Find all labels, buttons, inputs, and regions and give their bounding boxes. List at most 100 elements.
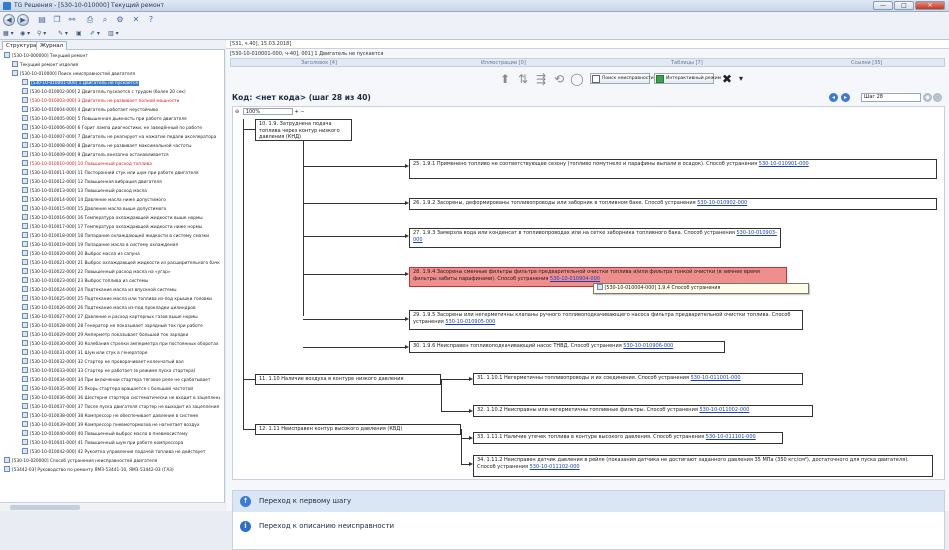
tree-item[interactable]: [530-10-010008-000] 8 Двигатель не разви… xyxy=(22,142,220,150)
tree-item[interactable]: [530-10-010040-000] 40 Повышенный выброс… xyxy=(22,430,220,438)
close-button[interactable]: ✕ xyxy=(915,1,945,10)
tab-structure[interactable]: Структура xyxy=(2,41,41,50)
back-icon[interactable]: ◀ xyxy=(3,14,15,26)
step-select[interactable]: Шаг 28 xyxy=(861,93,921,102)
node-30[interactable]: 30. 1.9.6 Неисправен топливоподкачивающи… xyxy=(409,341,725,353)
tree-item[interactable]: [530-10-010011-000] 11 Посторонний стук … xyxy=(22,169,220,177)
tree-item[interactable]: [530-10-010005-000] 5 Повышенная дымност… xyxy=(22,115,220,123)
layout-icon[interactable]: ▥ ▾ xyxy=(108,29,119,39)
tree-item[interactable]: [530-10-010034-000] 34 При включении ста… xyxy=(22,376,220,384)
settings-icon[interactable]: ⚙ xyxy=(114,14,126,26)
go-icon[interactable]: ◉ xyxy=(923,93,932,102)
fault-search-button[interactable]: Поиск неисправности xyxy=(590,73,654,84)
tree-item[interactable]: [530-10-010042-000] 42 Рукоятка управлен… xyxy=(22,448,220,456)
help-icon[interactable]: ? xyxy=(145,14,157,26)
node-27[interactable]: 27. 1.9.3 Замерзла вода или конденсат в … xyxy=(409,228,781,248)
document-icon[interactable]: ▤ xyxy=(36,14,48,26)
tools-icon[interactable]: ✕ xyxy=(130,14,142,26)
tree-item[interactable]: [530-10-010019-000] 19 Попадание масла в… xyxy=(22,241,220,249)
node-12[interactable]: 12. 1.11 Неисправен контур высокого давл… xyxy=(255,424,461,435)
node-26-link[interactable]: 530-10-010902-000 xyxy=(697,200,747,206)
tree-item[interactable]: [530-10-010027-000] 27 Давление и расход… xyxy=(22,313,220,321)
filter-icon[interactable]: ⚲ ▾ xyxy=(37,29,46,39)
tree-item[interactable]: [530-10-010032-000] 32 Стартер не провор… xyxy=(22,358,220,366)
tab-header[interactable]: Заголовок [4] xyxy=(301,59,337,67)
tree-item[interactable]: [530-10-010004-000] 4 Двигатель работает… xyxy=(22,106,220,114)
tree-item[interactable]: [53442-03] Руководство по ремонту ЯМЗ-53… xyxy=(4,466,220,474)
tree-item[interactable]: [530-10-020000] Способ устранения неиспр… xyxy=(4,457,220,465)
tree-item[interactable]: [530-10-010018-000] 18 Попадание охлажда… xyxy=(22,232,220,240)
note-icon[interactable]: ✐ ▾ xyxy=(90,29,100,39)
tree-item[interactable]: [530-10-010038-000] 38 Компрессор не обе… xyxy=(22,412,220,420)
tree-item[interactable]: [530-10-000000] Текущий ремонт xyxy=(4,52,220,60)
step-first-icon[interactable]: ⬆ xyxy=(498,72,512,86)
zoom-out-button[interactable]: − xyxy=(300,109,304,115)
tree-item[interactable]: [530-10-010039-000] 39 Компрессор пневмо… xyxy=(22,421,220,429)
tab-illustrations[interactable]: Иллюстрации [0] xyxy=(481,59,526,67)
tools-icon[interactable]: ✖ xyxy=(720,72,734,86)
tree-item[interactable]: [530-10-010041-000] 41 Повышенный шум пр… xyxy=(22,439,220,447)
scrollbar-thumb[interactable] xyxy=(10,505,80,510)
step-branch-icon[interactable]: ⇶ xyxy=(534,72,548,86)
tree-item[interactable]: [530-10-010031-000] 31 Шум или стук в ге… xyxy=(22,349,220,357)
mark-icon[interactable]: ▣ xyxy=(76,29,82,39)
tree-item[interactable]: [530-10-010002-000] 2 Двигатель пускаетс… xyxy=(22,88,220,96)
node-25[interactable]: 25. 1.9.1 Применено топливо не соответст… xyxy=(409,159,937,179)
tree-item[interactable]: [530-10-010017-000] 17 Температура охлаж… xyxy=(22,223,220,231)
node-29[interactable]: 29. 1.9.5 Засорены или негерметичны клап… xyxy=(409,310,803,330)
tree-item[interactable]: [530-10-010036-000] 36 Шестерня стартера… xyxy=(22,394,220,402)
node-34-link[interactable]: 530-10-011102-000 xyxy=(530,464,580,470)
node-33[interactable]: 33. 1.11.1 Наличие утечек топлива в конт… xyxy=(473,432,783,444)
refresh-icon[interactable]: ◌ xyxy=(933,93,942,102)
tree-item[interactable]: [530-10-010007-000] 7 Двигатель не реаги… xyxy=(22,133,220,141)
copy-icon[interactable]: ❐ xyxy=(51,14,63,26)
next-step-icon[interactable]: ▸ xyxy=(841,93,850,102)
tree-item[interactable]: [530-10-010009-000] 9 Двигатель внезапно… xyxy=(22,151,220,159)
tree-item[interactable]: [530-10-010033-000] 33 Стартер не работа… xyxy=(22,367,220,375)
tree-item[interactable]: [530-10-010037-000] 37 После пуска двига… xyxy=(22,403,220,411)
minimize-button[interactable]: — xyxy=(873,1,893,10)
tree-item[interactable]: [530-10-010029-000] 29 Амперметр показыв… xyxy=(22,331,220,339)
tree-item[interactable]: [530-10-010016-000] 16 Температура охлаж… xyxy=(22,214,220,222)
node-29-link[interactable]: 530-10-010905-000 xyxy=(445,319,495,325)
step-back-icon[interactable]: ⇅ xyxy=(516,72,530,86)
step-return-icon[interactable]: ⟲ xyxy=(552,72,566,86)
tree-item[interactable]: [530-10-010012-000] 12 Повышенная вибрац… xyxy=(22,178,220,186)
tree-item[interactable]: [530-10-010006-000] 6 Горит лампа диагно… xyxy=(22,124,220,132)
interactive-mode-button[interactable]: Интерактивный режим xyxy=(654,73,721,84)
prev-step-icon[interactable]: ◂ xyxy=(829,93,838,102)
tree-item[interactable]: [530-10-010022-000] 22 Повышенный расход… xyxy=(22,268,220,276)
node-28-link[interactable]: 530-10-010904-000 xyxy=(550,276,600,282)
tab-links[interactable]: Ссылки [35] xyxy=(851,59,883,67)
tab-tables[interactable]: Таблицы [7] xyxy=(671,59,703,67)
tree-item[interactable]: [530-10-010015-000] 15 Давление масла вы… xyxy=(22,205,220,213)
node-33-link[interactable]: 530-10-011101-000 xyxy=(706,434,756,440)
edit-icon[interactable]: ✎ ▾ xyxy=(58,29,68,39)
tree-item[interactable]: [530-10-010021-000] 21 Выброс охлаждающе… xyxy=(22,259,220,267)
tree-item[interactable]: [530-10-010025-000] 25 Подтекание масла … xyxy=(22,295,220,303)
tree-item[interactable]: [530-10-010028-000] 28 Генератор не пока… xyxy=(22,322,220,330)
node-31-link[interactable]: 530-10-011001-000 xyxy=(691,375,741,381)
tree-item[interactable]: [530-10-010013-000] 13 Повышенный расход… xyxy=(22,187,220,195)
forward-icon[interactable]: ▶ xyxy=(17,14,29,26)
tree-item[interactable]: [530-10-010000] Поиск неисправностей дви… xyxy=(12,70,220,78)
tree-item[interactable]: Текущий ремонт изделия xyxy=(12,61,220,69)
first-step-row[interactable]: ↑ Переход к первому шагу xyxy=(233,491,944,512)
search-icon[interactable]: ⌕ xyxy=(99,14,111,26)
stop-icon[interactable]: ◯ xyxy=(570,72,584,86)
fault-description-row[interactable]: i Переход к описанию неисправности xyxy=(233,516,944,537)
node-25-link[interactable]: 530-10-010901-000 xyxy=(759,161,809,167)
horizontal-scrollbar[interactable] xyxy=(0,502,225,511)
node-32-link[interactable]: 530-10-011002-000 xyxy=(699,407,749,413)
tree-item[interactable]: [530-10-010035-000] 35 Якорь стартера вр… xyxy=(22,385,220,393)
zoom-in-button[interactable]: + xyxy=(294,109,298,115)
tree-item[interactable]: [530-10-010023-000] 23 Выброс топлива из… xyxy=(22,277,220,285)
node-34[interactable]: 34. 1.11.2 Неисправен датчик давления в … xyxy=(473,455,933,477)
view-icon[interactable]: ▦ ▾ xyxy=(3,29,14,39)
tree-item[interactable]: [530-10-010003-000] 3 Двигатель не разви… xyxy=(22,97,220,105)
node-11[interactable]: 11. 1.10 Наличие воздуха в контуре низко… xyxy=(255,374,441,385)
tree-item[interactable]: [530-10-010026-000] 26 Подтекание масла … xyxy=(22,304,220,312)
nav-icon[interactable]: ◉ ▾ xyxy=(20,29,30,39)
tree-item[interactable]: [530-10-010030-000] 30 Колебания стрелки… xyxy=(22,340,220,348)
dropdown-icon[interactable]: ▾ xyxy=(734,72,748,86)
